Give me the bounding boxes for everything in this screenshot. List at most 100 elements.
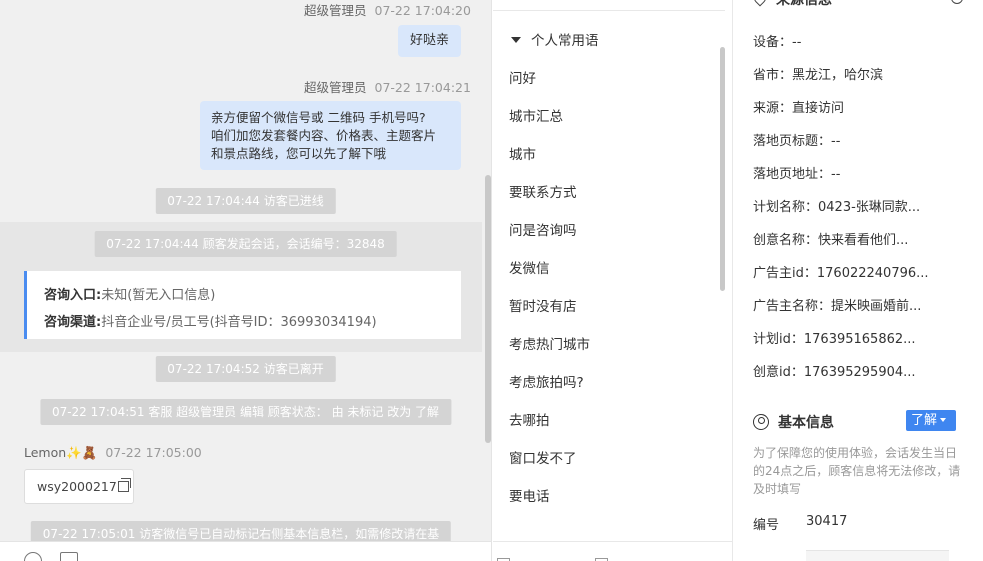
- phrase-group-toggle[interactable]: 个人常用语: [511, 29, 599, 49]
- info-row: 广告主名称：提米映画婚前...: [753, 295, 921, 314]
- source-info-title: 来源信息: [751, 0, 832, 9]
- message-line: 亲方便留个微信号或 二维码 手机号吗?: [211, 110, 426, 125]
- phrase-item[interactable]: 去哪拍: [509, 409, 550, 429]
- info-value: 176395295904...: [803, 365, 916, 380]
- message-meta: 超级管理员 07-22 17:04:20: [304, 0, 471, 19]
- visitor-message-text: wsy2000217: [37, 479, 117, 494]
- info-row: 落地页地址：--: [753, 163, 840, 182]
- info-row: 计划id：176395165862...: [753, 328, 916, 347]
- copy-icon[interactable]: [117, 478, 131, 492]
- consult-channel-label: 咨询渠道:: [44, 315, 102, 330]
- info-label: 创意名称：: [753, 233, 819, 248]
- agent-message-bubble: 好哒亲: [398, 25, 461, 57]
- info-row: 广告主id：176022240796...: [753, 262, 929, 281]
- message-time: 07-22 17:05:00: [105, 445, 202, 460]
- agent-message-bubble: 亲方便留个微信号或 二维码 手机号吗? 咱们加您发套餐内容、价格表、主题客片 和…: [200, 101, 461, 170]
- system-notice: 07-22 17:04:44 访客已进线: [155, 188, 336, 214]
- phrases-footer: [493, 541, 732, 561]
- sender-name: Lemon✨🧸: [24, 445, 98, 460]
- info-value: 提米映画婚前...: [831, 299, 922, 314]
- message-meta: 超级管理员 07-22 17:04:21: [304, 77, 471, 96]
- status-dropdown-button[interactable]: 了解: [906, 410, 956, 431]
- info-label: 来源：: [753, 101, 793, 116]
- info-value: --: [831, 134, 841, 149]
- consult-info-card: 咨询入口:未知(暂无入口信息) 咨询渠道:抖音企业号/员工号(抖音号ID：369…: [24, 271, 461, 339]
- info-row: 创意id：176395295904...: [753, 361, 916, 380]
- phrase-item[interactable]: 要联系方式: [509, 181, 577, 201]
- phrase-item[interactable]: 发微信: [509, 257, 550, 277]
- info-value: --: [831, 167, 841, 182]
- phrase-group-title: 个人常用语: [531, 33, 599, 49]
- info-row: 设备：--: [753, 31, 801, 50]
- phrases-scrollbar[interactable]: [720, 47, 725, 291]
- customer-id-value: 30417: [806, 514, 848, 529]
- message-time: 07-22 17:04:20: [374, 3, 471, 18]
- system-notice: 07-22 17:04:52 访客已离开: [155, 356, 336, 382]
- user-icon: [753, 414, 769, 430]
- sender-name: 超级管理员: [304, 80, 367, 95]
- location-pin-icon: [751, 0, 769, 7]
- info-field[interactable]: [806, 550, 949, 561]
- phrase-item[interactable]: 考虑热门城市: [509, 333, 590, 353]
- info-row: 计划名称：0423-张琳同款...: [753, 196, 920, 215]
- source-info-label: 来源信息: [776, 0, 832, 8]
- info-value: 176395165862...: [803, 332, 916, 347]
- chat-panel: 超级管理员 07-22 17:04:20 好哒亲 超级管理员 07-22 17:04…: [0, 0, 492, 561]
- info-label: 省市：: [753, 68, 793, 83]
- info-label: 落地页地址：: [753, 167, 832, 182]
- system-notice: 07-22 17:04:51 客服 超级管理员 编辑 顾客状态： 由 未标记 改…: [39, 399, 452, 425]
- info-label: 计划名称：: [753, 200, 819, 215]
- system-notice: 07-22 17:04:44 顾客发起会话，会话编号：32848: [94, 231, 397, 257]
- chat-toolbar: [0, 541, 491, 561]
- phrase-item[interactable]: 考虑旅拍吗?: [509, 371, 584, 391]
- customer-info-panel: 来源信息 设备：-- 省市：黑龙江，哈尔滨 来源：直接访问 落地页标题：-- 落…: [734, 0, 983, 561]
- info-hint-text: 为了保障您的使用体验，会话发生当日的24点之后，顾客信息将无法修改，请及时填写: [753, 446, 961, 496]
- info-label: 广告主id：: [753, 266, 817, 281]
- info-value: 0423-张琳同款...: [818, 200, 921, 215]
- phrase-item[interactable]: 暂时没有店: [509, 295, 577, 315]
- divider: [493, 10, 725, 11]
- caret-down-icon: [511, 37, 521, 43]
- message-time: 07-22 17:04:21: [374, 80, 471, 95]
- info-label: 创意id：: [753, 365, 804, 380]
- info-row: 来源：直接访问: [753, 97, 844, 116]
- consult-entry-label: 咨询入口:: [44, 288, 102, 303]
- phrase-item[interactable]: 城市汇总: [509, 105, 563, 125]
- basic-info-title: 基本信息: [753, 411, 834, 432]
- customer-id-label: 编号: [753, 518, 780, 533]
- image-icon[interactable]: [60, 552, 78, 561]
- consult-channel-value: 抖音企业号/员工号(抖音号ID：36993034194): [101, 315, 377, 330]
- info-value: --: [792, 35, 802, 50]
- message-meta: Lemon✨🧸 07-22 17:05:00: [24, 445, 202, 461]
- message-line: 和景点路线，您可以先了解下哦: [211, 146, 387, 161]
- info-label: 落地页标题：: [753, 134, 832, 149]
- chat-scrollbar[interactable]: [485, 175, 491, 443]
- info-label: 计划id：: [753, 332, 804, 347]
- emoji-icon[interactable]: [24, 552, 42, 561]
- info-value: 快来看看他们...: [818, 233, 909, 248]
- caret-down-icon: [940, 418, 947, 422]
- consult-channel-row: 咨询渠道:抖音企业号/员工号(抖音号ID：36993034194): [44, 309, 461, 336]
- status-dropdown-label: 了解: [911, 413, 938, 428]
- basic-info-label: 基本信息: [778, 415, 834, 431]
- phrase-item[interactable]: 问是咨询吗: [509, 219, 577, 239]
- info-value: 直接访问: [792, 101, 845, 116]
- consult-entry-value: 未知(暂无入口信息): [101, 288, 216, 303]
- phrase-item[interactable]: 要电话: [509, 485, 550, 505]
- phrase-item[interactable]: 城市: [509, 143, 536, 163]
- info-label: 广告主名称：: [753, 299, 832, 314]
- info-row: 创意名称：快来看看他们...: [753, 229, 908, 248]
- phrase-item[interactable]: 窗口发不了: [509, 447, 577, 467]
- sender-name: 超级管理员: [304, 3, 367, 18]
- info-row: 落地页标题：--: [753, 130, 840, 149]
- quick-phrases-panel: 个人常用语 问好 城市汇总 城市 要联系方式 问是咨询吗 发微信 暂时没有店 考…: [493, 0, 733, 561]
- phrase-item[interactable]: 问好: [509, 67, 536, 87]
- info-label: 设备：: [753, 35, 793, 50]
- message-line: 咱们加您发套餐内容、价格表、主题客片: [211, 128, 437, 143]
- consult-entry-row: 咨询入口:未知(暂无入口信息): [44, 282, 461, 309]
- info-value: 黑龙江，哈尔滨: [792, 68, 884, 83]
- info-row: 省市：黑龙江，哈尔滨: [753, 64, 883, 83]
- visitor-message-bubble[interactable]: wsy2000217: [24, 469, 134, 504]
- info-value: 176022240796...: [816, 266, 929, 281]
- edit-icon[interactable]: [951, 0, 963, 4]
